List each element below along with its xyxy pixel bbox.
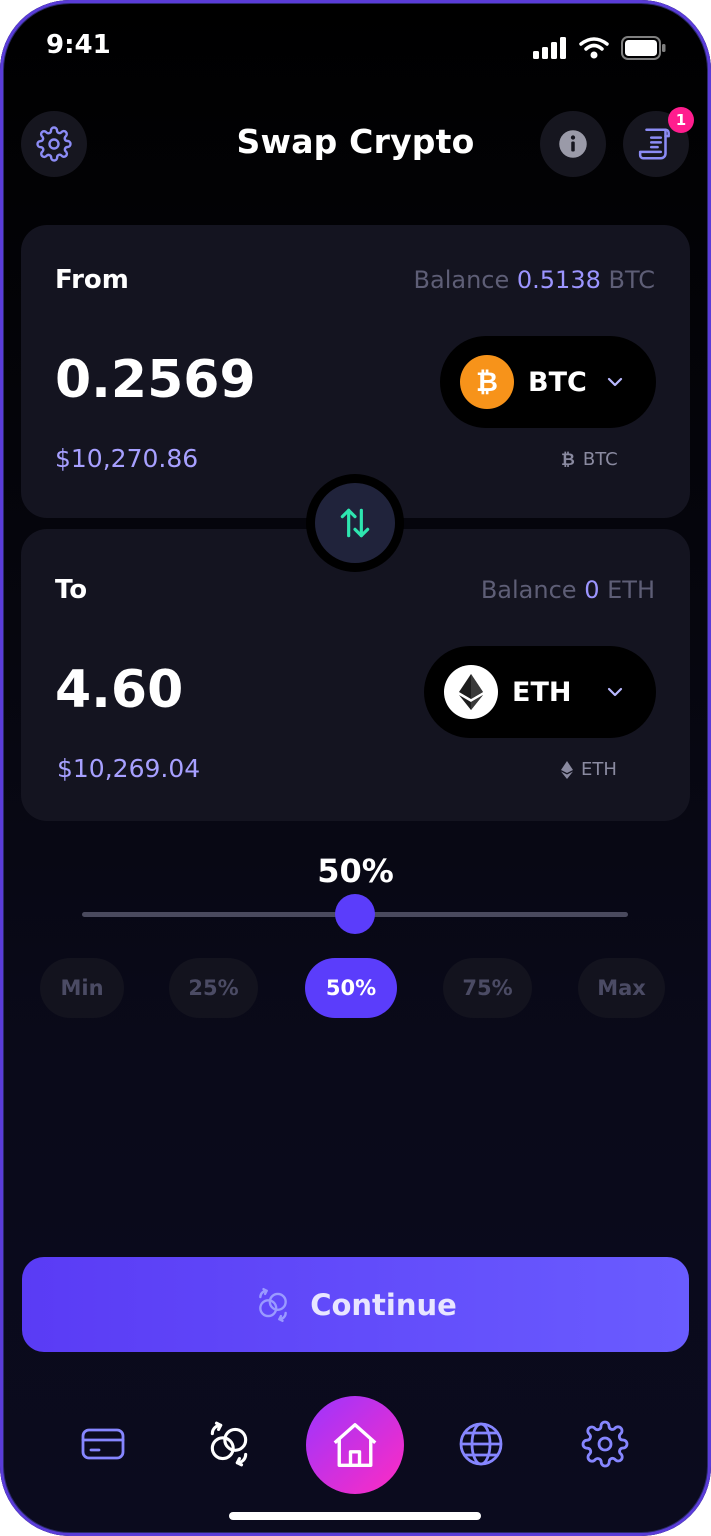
from-token-symbol: BTC [528,366,587,398]
to-token-symbol: ETH [512,676,572,708]
btc-coin-icon: ₿ [460,355,514,409]
globe-icon [459,1422,503,1466]
from-balance-prefix: Balance [413,266,510,294]
home-indicator [229,1512,481,1520]
card-icon [81,1428,125,1460]
nav-explore[interactable] [451,1414,511,1474]
status-time: 9:41 [46,30,111,60]
preset-50-button[interactable]: 50% [305,958,397,1018]
signal-icon [533,37,566,59]
to-label: To [55,575,88,605]
chevron-down-icon [607,377,623,387]
to-token-selector[interactable]: ETH [424,646,656,738]
gear-icon [581,1420,629,1468]
continue-button[interactable]: Continue [22,1257,689,1352]
to-usd-value: $10,269.04 [57,754,201,783]
from-balance-value: 0.5138 [516,266,601,294]
eth-coin-icon [444,665,498,719]
nav-swap[interactable] [199,1414,259,1474]
to-balance-prefix: Balance [480,576,577,604]
from-amount-input[interactable]: 0.2569 [55,350,256,410]
swap-arrows-icon [340,508,370,538]
to-token-chain: ETH [561,759,617,780]
nav-cards[interactable] [73,1414,133,1474]
btc-small-icon: ₿ [561,449,575,470]
percent-label: 50% [317,852,394,890]
swap-icon [210,1421,248,1467]
home-icon [333,1423,377,1467]
to-balance: Balance 0 ETH [481,576,655,604]
phone-screen: 9:41 Swap Crypto 1 From Balance 0.5138 B… [0,0,711,1536]
to-balance-unit: ETH [607,576,655,604]
to-balance-value: 0 [584,576,600,604]
nav-home[interactable] [306,1396,404,1494]
preset-75-button[interactable]: 75% [443,958,532,1018]
from-usd-value: $10,270.86 [55,444,199,473]
svg-text:₿: ₿ [476,367,498,398]
from-balance-unit: BTC [608,266,655,294]
from-token-chain: ₿ BTC [561,449,618,470]
preset-min-button[interactable]: Min [40,958,124,1018]
eth-small-icon [561,760,573,779]
from-token-selector[interactable]: ₿ BTC [440,336,656,428]
preset-max-button[interactable]: Max [578,958,665,1018]
nav-settings[interactable] [575,1414,635,1474]
status-icons [533,36,667,60]
from-token-sub-symbol: BTC [582,449,618,470]
swap-direction-button[interactable] [306,474,404,572]
receipt-icon [638,128,670,160]
wifi-icon [579,37,609,59]
battery-icon [621,36,666,60]
swap-icon [259,1287,288,1322]
amount-slider-thumb[interactable] [335,894,375,934]
chevron-down-icon [607,687,623,697]
swap-direction-inner [315,483,395,563]
preset-25-button[interactable]: 25% [169,958,258,1018]
notification-badge: 1 [668,107,694,133]
to-amount-value: 4.60 [55,660,184,720]
info-icon [559,130,587,158]
continue-label: Continue [310,1287,457,1322]
info-button[interactable] [540,111,606,177]
from-label: From [55,265,129,295]
from-balance: Balance 0.5138 BTC [414,266,655,294]
to-token-sub-symbol: ETH [581,759,617,780]
